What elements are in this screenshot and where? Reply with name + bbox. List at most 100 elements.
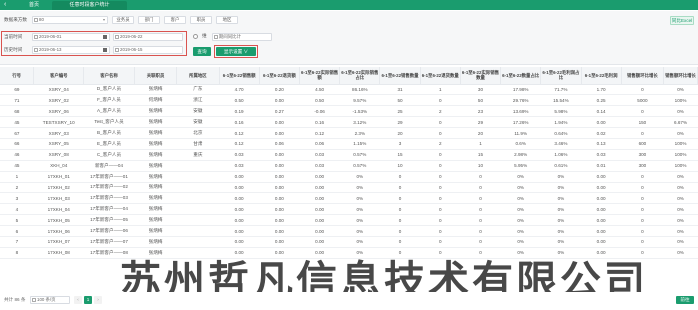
table-cell: 0 xyxy=(420,214,461,227)
table-row[interactable]: 68 XSRY_06 A_客户人员 张炳梅 安徽 0.19 0.27 -0.06 -1.53% 2… xyxy=(0,105,698,118)
chip-department[interactable]: 部门 xyxy=(138,16,160,24)
display-setting-button[interactable]: 显示设置 ∨ xyxy=(216,47,256,56)
table-cell: 0.57% xyxy=(339,149,380,161)
table-cell: 0.61% xyxy=(540,160,582,172)
table-cell: 0.06 xyxy=(259,138,300,150)
table-cell: 0.00 xyxy=(259,94,300,107)
column-header[interactable]: 6-1至6-22数量占比 xyxy=(500,67,542,85)
excel-export-button[interactable]: 同比Excel xyxy=(670,16,694,25)
table-cell: 张炳梅 xyxy=(134,203,177,216)
chip-region[interactable]: 地区 xyxy=(216,16,238,24)
summary-select[interactable]: 80 ▾ xyxy=(32,16,108,24)
next-page-icon[interactable]: › xyxy=(94,296,102,304)
compare-select[interactable]: 期间同比计 xyxy=(212,33,272,41)
table-cell: 17XKH_06 xyxy=(33,225,84,237)
table-cell xyxy=(176,182,220,194)
table-cell: 0% xyxy=(663,214,698,227)
column-header[interactable]: 6-1至6-22实际销售额 xyxy=(299,67,341,85)
table-cell: 0% xyxy=(540,171,582,183)
table-row[interactable]: 7 17XKH_07 17年新客户——07 张炳梅 0.00 0.00 0.00 0% 0 0 0 0… xyxy=(0,236,698,248)
column-header[interactable]: 所属地区 xyxy=(176,67,220,85)
table-cell: 0.00 xyxy=(219,192,260,205)
table-cell: 0.03 xyxy=(299,160,340,172)
table-cell: TESTXSRY_10 xyxy=(33,116,84,129)
table-row[interactable]: 45 XKH_04 新客户——04 张炳梅 0.03 0.00 0.03 0.57% 10 0 10… xyxy=(0,160,698,172)
table-row[interactable]: 66 XSRY_05 E_客户人员 张炳梅 甘肃 0.12 0.06 0.06 1.15% 3 2 1… xyxy=(0,138,698,150)
table-cell: 3 xyxy=(379,138,421,150)
table-cell: 广东 xyxy=(176,84,220,96)
table-row[interactable]: 1 17XKH_01 17年新客户——01 张炳梅 0.00 0.00 0.00 0% 0 0 0 0… xyxy=(0,171,698,183)
column-header[interactable]: 6-1至6-22毛利润占比 xyxy=(540,67,582,85)
filter-panel: 数据来方数 80 ▾ 业务员 部门 客户 职员 地区 同比Excel 当前时间 … xyxy=(0,11,698,65)
table-cell: 0.00 xyxy=(299,171,340,183)
column-header[interactable]: 销售额环比增长 xyxy=(663,67,698,85)
table-row[interactable]: 45 TESTXSRY_10 Test_客户人员 张炳梅 安徽 0.16 0.00 0.16 3… xyxy=(0,116,698,129)
column-header[interactable]: 关联职员 xyxy=(134,67,178,85)
table-cell: 0 xyxy=(621,225,664,237)
column-header[interactable]: 6-1至6-22实际销售占比 xyxy=(339,67,381,85)
table-cell: 0.03 xyxy=(219,149,260,161)
tab-customer-stats[interactable]: 任意时段客户统计 xyxy=(52,1,127,10)
column-header[interactable]: 6-1至6-22实际销售数量 xyxy=(460,67,502,85)
table-row[interactable]: 5 17XKH_05 17年新客户——05 张炳梅 0.00 0.00 0.00 0% 0 0 0 0… xyxy=(0,214,698,227)
table-row[interactable]: 2 17XKH_02 17年新客户——02 张炳梅 0.00 0.00 0.00 0% 0 0 0 0… xyxy=(0,182,698,194)
chip-staff[interactable]: 职员 xyxy=(190,16,212,24)
table-row[interactable]: 3 17XKH_03 17年新客户——03 张炳梅 0.00 0.00 0.00 0% 0 0 0 0… xyxy=(0,192,698,205)
column-header[interactable]: 6-1至6-22销售额 xyxy=(219,67,260,85)
tab-home[interactable]: 首页 xyxy=(20,1,48,10)
table-cell: 0.57% xyxy=(339,160,380,172)
table-cell: 0% xyxy=(663,84,698,96)
column-header[interactable]: 行号 xyxy=(0,67,35,85)
table-cell: 0% xyxy=(500,236,541,248)
table-cell: 0% xyxy=(663,247,698,259)
compare-radio[interactable] xyxy=(193,34,198,39)
table-row[interactable]: 4 17XKH_04 17年新客户——04 张炳梅 0.00 0.00 0.00 0% 0 0 0 0… xyxy=(0,203,698,216)
table-cell: 0.64% xyxy=(540,127,582,139)
table-cell: 0% xyxy=(339,192,380,205)
table-cell: 10 xyxy=(379,160,421,172)
table-cell: 1.06% xyxy=(540,149,582,161)
query-button[interactable]: 查询 xyxy=(193,47,211,56)
table-cell: 0.00 xyxy=(581,203,622,216)
chip-customer[interactable]: 客户 xyxy=(164,16,186,24)
column-header[interactable]: 客户编号 xyxy=(33,67,85,85)
table-row[interactable]: 69 XSRY_04 D_客户人员 张炳梅 广东 4.70 0.20 4.50 86.16% 31… xyxy=(0,84,698,96)
page-size-select[interactable]: 100 条/页 xyxy=(30,296,70,304)
prev-page-icon[interactable]: ‹ xyxy=(74,296,82,304)
history-from-date[interactable]: 2019-06-13 xyxy=(32,46,110,54)
table-row[interactable]: 46 XSRY_08 C_客户人员 张炳梅 重庆 0.03 0.00 0.03 0.57% 15 0… xyxy=(0,149,698,161)
table-cell: 17XKH_04 xyxy=(33,203,84,216)
table-cell: 0.00 xyxy=(259,160,300,172)
table-cell: 13.69% xyxy=(500,105,541,118)
table-row[interactable]: 71 XSRY_02 F_客户人员 何炳梅 浙江 0.50 0.00 0.50 9.57% 50 0… xyxy=(0,94,698,107)
table-cell: 0% xyxy=(500,225,541,237)
table-cell: 0.02 xyxy=(581,127,622,139)
chip-salesman[interactable]: 业务员 xyxy=(112,16,134,24)
goto-button[interactable]: 前往 xyxy=(676,296,694,304)
table-cell: B_客户人员 xyxy=(83,127,135,139)
column-header[interactable]: 客户名称 xyxy=(83,67,135,85)
table-cell xyxy=(176,160,220,172)
current-to-date[interactable]: 2019-06-22 xyxy=(113,33,183,41)
column-header[interactable]: 6-1至6-22毛利润 xyxy=(581,67,622,85)
table-cell: 15 xyxy=(460,149,501,161)
history-to-date[interactable]: 2019-06-15 xyxy=(113,46,183,54)
page-1[interactable]: 1 xyxy=(84,296,92,304)
current-from-date[interactable]: 2019-06-01 xyxy=(32,33,110,41)
back-icon[interactable]: ‹ xyxy=(4,1,6,9)
column-header[interactable]: 6-1至6-22退货额 xyxy=(259,67,300,85)
table-cell: 50 xyxy=(379,94,421,107)
table-cell: 0.00 xyxy=(581,116,622,129)
column-header[interactable]: 6-1至6-22退货数量 xyxy=(420,67,461,85)
column-header[interactable]: 销售额环比增长 xyxy=(621,67,665,85)
table-cell: 300 xyxy=(621,149,664,161)
table-cell: 25 xyxy=(379,105,421,118)
table-row[interactable]: 6 17XKH_06 17年新客户——06 张炳梅 0.00 0.00 0.00 0% 0 0 0 0… xyxy=(0,225,698,237)
table-row[interactable]: 67 XSRY_03 B_客户人员 张炳梅 北京 0.12 0.00 0.12 2.3% 20 0 2… xyxy=(0,127,698,139)
table-cell: 0.14 xyxy=(581,105,622,118)
table-cell xyxy=(176,236,220,248)
column-header[interactable]: 6-1至6-22销售数量 xyxy=(379,67,421,85)
table-cell: 0 xyxy=(379,192,421,205)
table-cell: Test_客户人员 xyxy=(83,116,135,129)
table-cell: A_客户人员 xyxy=(83,105,135,118)
